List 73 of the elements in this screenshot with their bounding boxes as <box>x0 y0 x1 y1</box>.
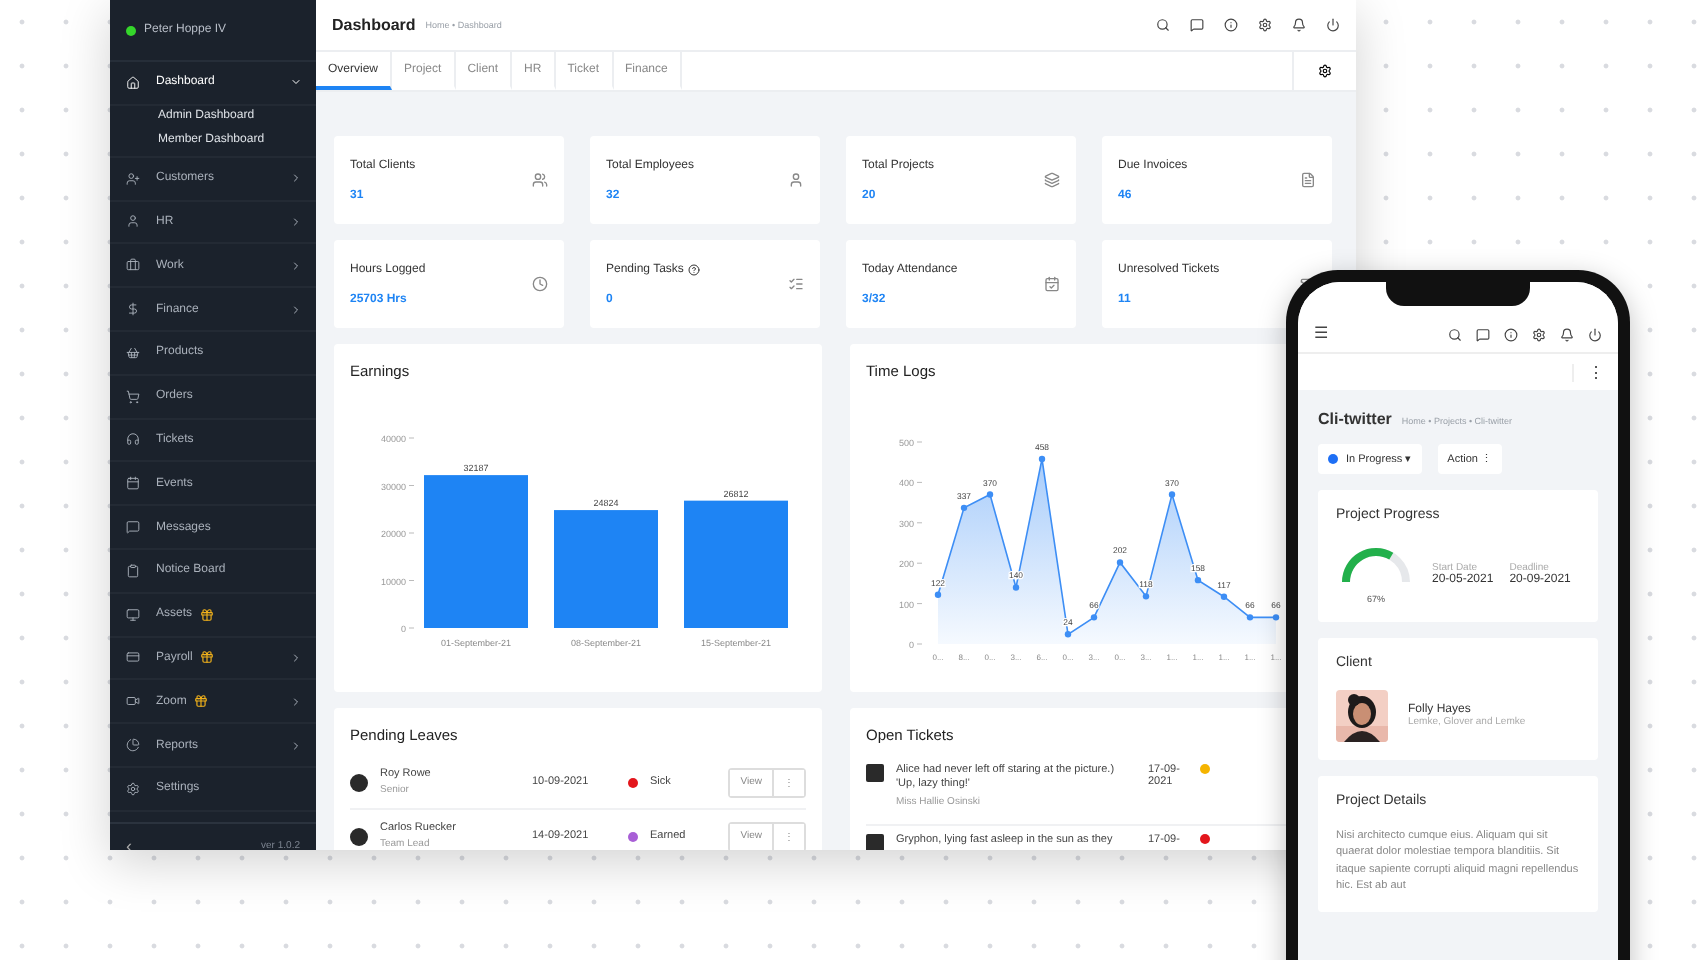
menu-icon <box>126 171 140 186</box>
menu-icon <box>126 563 140 578</box>
point <box>1012 584 1020 591</box>
message-icon[interactable] <box>1190 18 1204 32</box>
stat-icon <box>788 276 804 292</box>
avatar-icon <box>350 773 368 791</box>
settings-icon[interactable] <box>1258 18 1272 32</box>
chevron-icon <box>290 739 302 752</box>
settings-icon[interactable] <box>1532 328 1546 342</box>
project-title: Cli-twitter <box>1318 410 1392 428</box>
stat-icon <box>532 172 548 188</box>
page-title: Dashboard <box>332 16 416 34</box>
avatar-icon <box>866 764 884 782</box>
stat-icon <box>1300 172 1316 188</box>
menu-icon <box>126 476 140 491</box>
point <box>1272 614 1280 621</box>
menu-icon <box>126 781 140 796</box>
menu-icon <box>126 607 140 622</box>
chevron-icon <box>290 259 302 272</box>
bar <box>684 500 788 628</box>
settings-icon[interactable] <box>1318 64 1332 78</box>
stat-icon <box>1044 276 1060 292</box>
bell-icon[interactable] <box>1292 18 1306 32</box>
chevron-icon <box>290 303 302 316</box>
point <box>1064 631 1072 638</box>
stat-icon <box>1044 172 1060 188</box>
avatar-icon <box>350 827 368 845</box>
point <box>960 504 968 512</box>
menu-icon <box>126 738 140 753</box>
point <box>1194 576 1202 584</box>
chevron-icon <box>290 172 302 185</box>
phone-notch <box>1386 282 1530 306</box>
stat-icon <box>788 172 804 188</box>
search-icon[interactable] <box>1156 18 1170 32</box>
info-icon[interactable] <box>1504 328 1518 342</box>
point <box>1090 614 1098 621</box>
info-icon[interactable] <box>1224 18 1238 32</box>
point <box>1116 559 1124 566</box>
menu-icon <box>126 302 140 317</box>
menu-icon <box>126 389 140 404</box>
gift-icon <box>194 694 209 709</box>
menu-icon <box>126 214 140 229</box>
point <box>1142 593 1150 600</box>
menu-icon <box>126 258 140 273</box>
menu-icon <box>126 650 140 665</box>
power-icon[interactable] <box>1326 18 1340 32</box>
menu-button[interactable]: ☰ <box>1314 324 1434 342</box>
point <box>1220 593 1228 600</box>
menu-icon <box>126 432 140 447</box>
point <box>934 591 942 598</box>
menu-icon <box>126 75 140 90</box>
menu-icon <box>126 345 140 360</box>
power-icon[interactable] <box>1588 328 1602 342</box>
stat-icon <box>532 276 548 292</box>
menu-icon <box>126 520 140 535</box>
chevron-icon <box>290 76 302 89</box>
chevron-icon <box>290 651 302 664</box>
bar <box>554 510 658 628</box>
menu-icon <box>126 694 140 709</box>
search-icon[interactable] <box>1448 328 1462 342</box>
help-icon <box>687 263 700 275</box>
point <box>1168 491 1176 498</box>
point <box>986 491 994 498</box>
gift-icon <box>200 650 215 665</box>
chevron-icon <box>290 215 302 228</box>
message-icon[interactable] <box>1476 328 1490 342</box>
avatar-icon <box>866 834 884 850</box>
point <box>1038 455 1046 463</box>
gift-icon <box>200 607 215 622</box>
more-button[interactable]: ⋮ <box>1572 363 1618 381</box>
chevron-icon <box>290 695 302 708</box>
point <box>1246 614 1254 621</box>
bell-icon[interactable] <box>1560 328 1574 342</box>
